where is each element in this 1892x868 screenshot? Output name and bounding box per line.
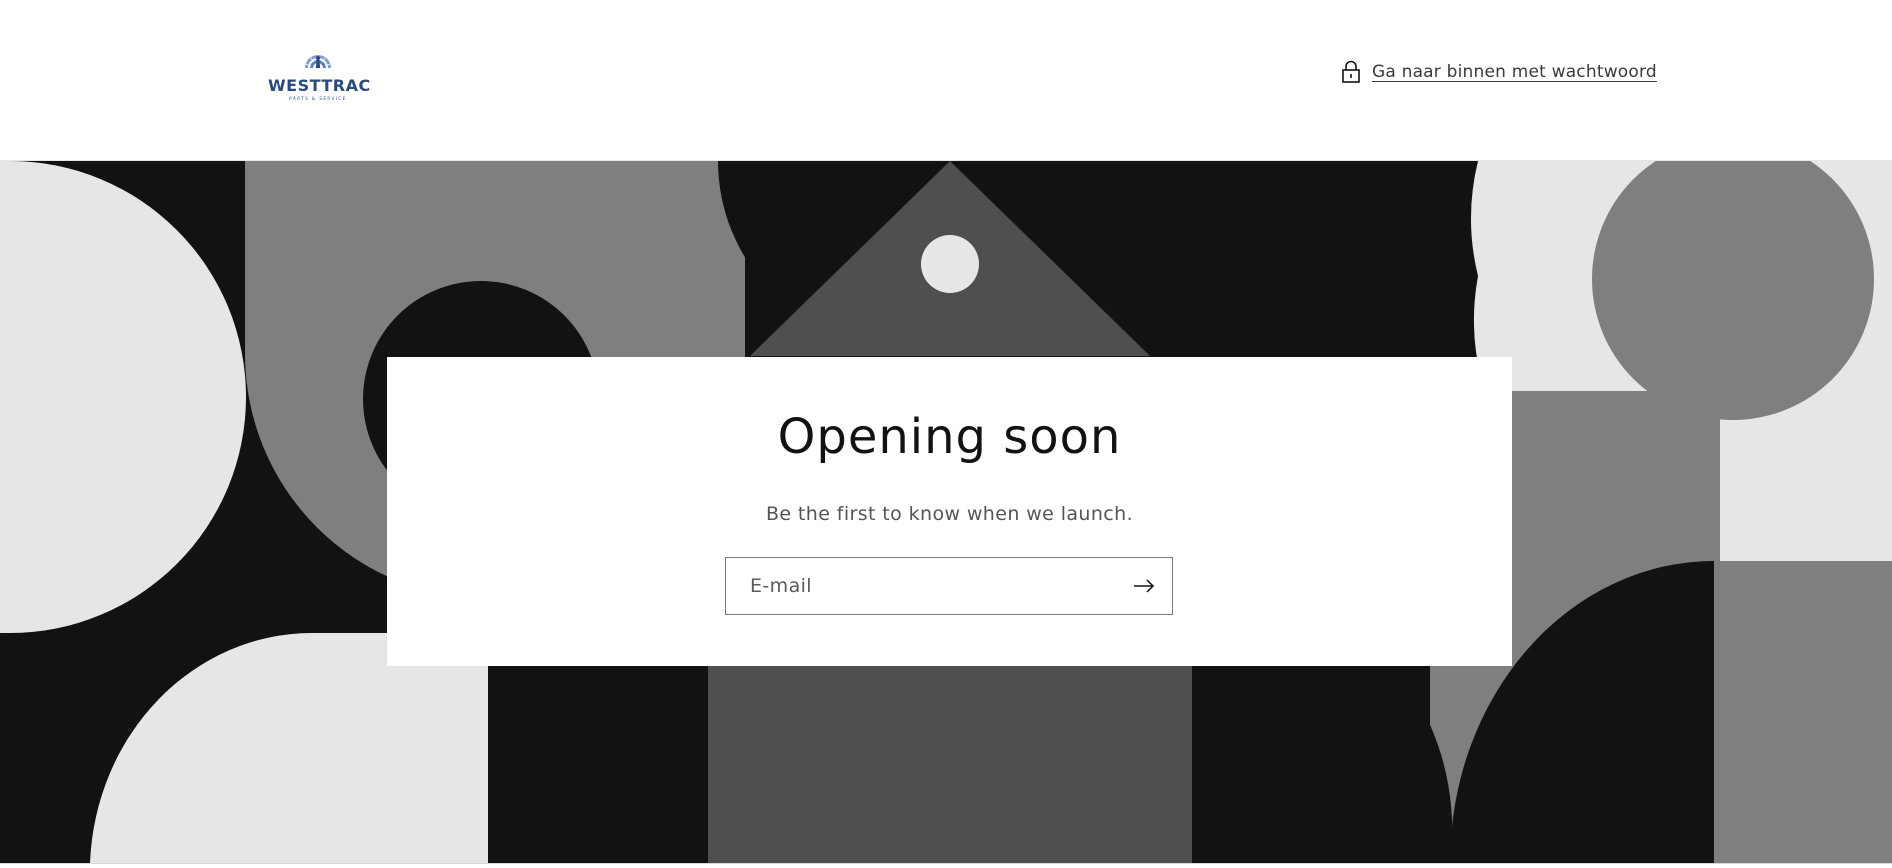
enter-with-password-link[interactable]: Ga naar binnen met wachtwoord — [1340, 60, 1657, 84]
page-subtitle: Be the first to know when we launch. — [765, 503, 1134, 525]
page-bottom-edge — [0, 863, 1892, 868]
peacock-fan-logo-icon — [305, 55, 331, 68]
enter-with-password-label: Ga naar binnen met wachtwoord — [1372, 62, 1657, 82]
email-input[interactable] — [750, 558, 1110, 614]
lock-icon — [1340, 60, 1362, 84]
password-page: WESTTRAC PARTS & SERVICE Ga naar binnen … — [0, 0, 1892, 868]
brand-logo[interactable]: WESTTRAC PARTS & SERVICE — [268, 44, 371, 104]
arrow-right-icon — [1134, 579, 1155, 593]
brand-name: WESTTRAC — [268, 76, 371, 95]
newsletter-card: Opening soon Be the first to know when w… — [387, 357, 1512, 666]
brand-tagline: PARTS & SERVICE — [289, 96, 347, 101]
email-signup-form — [725, 557, 1173, 615]
site-header: WESTTRAC PARTS & SERVICE Ga naar binnen … — [0, 0, 1892, 161]
subscribe-submit-button[interactable] — [1124, 566, 1164, 606]
page-title: Opening soon — [777, 409, 1122, 465]
